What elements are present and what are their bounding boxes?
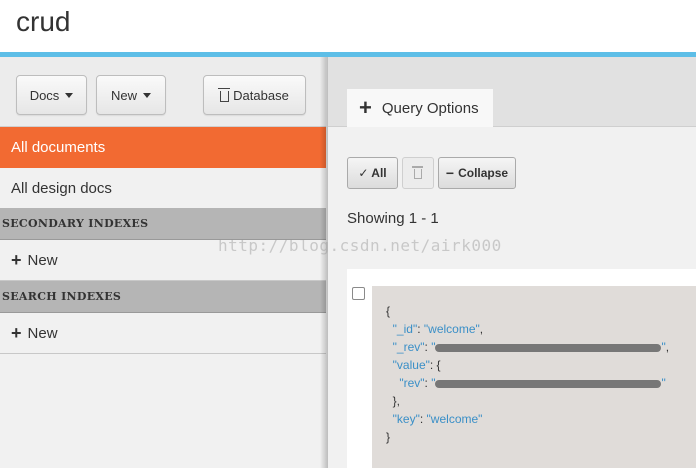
result-count: Showing 1 - 1 xyxy=(347,210,439,227)
caret-down-icon xyxy=(143,92,151,98)
new-button[interactable]: New xyxy=(96,75,166,115)
database-button[interactable]: Database xyxy=(203,75,306,115)
document-checkbox[interactable] xyxy=(352,287,365,300)
sidebar-item-label: All documents xyxy=(11,139,106,156)
collapse-label: Collapse xyxy=(458,166,509,180)
search-index-new-item[interactable]: + New xyxy=(0,313,326,354)
document-list: { "_id": "welcome", "_rev": " ", "value":… xyxy=(347,269,696,468)
plus-icon: + xyxy=(11,250,22,270)
section-header-label: SECONDARY INDEXES xyxy=(2,217,149,230)
app-header: crud xyxy=(0,0,696,52)
plus-icon: + xyxy=(11,323,22,343)
json-line: "_rev": " ", xyxy=(392,340,670,354)
section-header-label: SEARCH INDEXES xyxy=(2,290,122,303)
sidebar-toolbar: Docs New Database xyxy=(0,57,326,127)
redacted-value xyxy=(435,343,662,352)
caret-down-icon xyxy=(65,92,74,98)
json-line: } xyxy=(386,430,391,444)
section-header-search-indexes: SEARCH INDEXES xyxy=(0,281,326,313)
document-json[interactable]: { "_id": "welcome", "_rev": " ", "value":… xyxy=(372,286,696,468)
select-all-button[interactable]: ✓ All xyxy=(347,157,398,189)
redacted-value xyxy=(435,379,662,388)
sidebar-item-all-documents[interactable]: All documents xyxy=(0,127,326,168)
collapse-button[interactable]: − Collapse xyxy=(438,157,516,189)
docs-button-label: Docs xyxy=(29,87,60,103)
sidebar-divider-shadow xyxy=(320,57,328,468)
json-line: }, xyxy=(386,394,401,408)
json-line: "value": { xyxy=(392,358,441,372)
trash-icon xyxy=(218,87,231,102)
sidebar-item-all-design-docs[interactable]: All design docs xyxy=(0,168,326,209)
json-line: "_id": "welcome", xyxy=(392,322,484,336)
app-title: crud xyxy=(16,6,71,37)
json-line: { xyxy=(386,304,391,318)
database-button-label: Database xyxy=(233,87,289,103)
sidebar-item-label: New xyxy=(27,324,58,342)
delete-selected-button[interactable] xyxy=(402,157,434,189)
sidebar: Docs New Database All documents All desi… xyxy=(0,57,326,468)
sidebar-item-label: All design docs xyxy=(11,179,112,197)
plus-icon: + xyxy=(359,95,372,120)
json-line: "rev": " " xyxy=(399,376,666,390)
tab-query-options[interactable]: + Query Options xyxy=(347,89,493,127)
tab-label: Query Options xyxy=(381,99,479,117)
trash-icon xyxy=(412,166,423,179)
new-button-label: New xyxy=(110,87,137,103)
select-all-label: ✓ All xyxy=(358,166,387,180)
minus-icon: − xyxy=(445,165,455,181)
docs-button[interactable]: Docs xyxy=(16,75,87,115)
sidebar-item-label: New xyxy=(27,251,58,269)
watermark: http://blog.csdn.net/airk000 xyxy=(218,236,502,255)
tab-strip: + Query Options xyxy=(328,57,696,127)
json-line: "key": "welcome" xyxy=(392,412,483,426)
main-content: + Query Options ✓ All − Collapse Showing… xyxy=(328,57,696,468)
